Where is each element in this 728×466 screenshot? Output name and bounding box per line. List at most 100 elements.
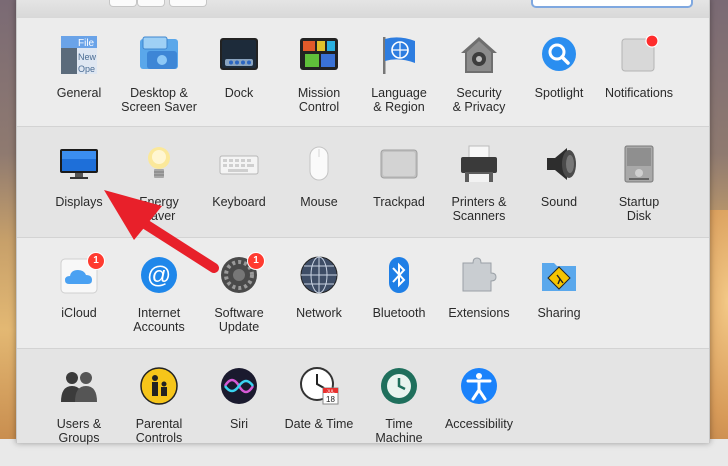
pane-label: Dock (224, 86, 254, 100)
pane-label: Displays (55, 195, 103, 209)
pane-label: Language & Region (371, 86, 427, 114)
update-badge: 1 (247, 252, 265, 270)
accessibility-icon (461, 368, 497, 404)
pane-label: Bluetooth (372, 306, 426, 320)
pane-mouse[interactable]: Mouse (279, 144, 359, 244)
trackpad-icon (380, 149, 418, 179)
pane-sharing[interactable]: Sharing (519, 255, 599, 355)
pane-label: Network (296, 306, 342, 320)
internet-accounts-at-glyph: @ (147, 262, 171, 289)
pane-label: Printers & Scanners (451, 195, 507, 223)
pane-icloud[interactable]: 1 iCloud (39, 252, 119, 355)
mouse-icon (309, 146, 329, 181)
section-personal: File New Ope General Desktop & Screen Sa… (17, 18, 709, 127)
general-icon-new-text: New (78, 52, 97, 62)
time-machine-icon (381, 368, 417, 404)
pane-label: Software Update (214, 306, 264, 334)
pane-bluetooth[interactable]: Bluetooth (359, 255, 439, 355)
pane-desktop-screen-saver[interactable]: Desktop & Screen Saver (119, 35, 199, 135)
forward-button[interactable] (137, 0, 165, 7)
network-icon (300, 256, 338, 294)
pane-startup-disk[interactable]: Startup Disk (599, 144, 679, 244)
pane-mission-control[interactable]: Mission Control (279, 35, 359, 135)
section-hardware: Displays Energy Saver Keyboard Mouse Tra… (17, 127, 709, 238)
update-badge: 1 (87, 252, 105, 270)
pane-label: iCloud (61, 306, 97, 320)
displays-icon (60, 149, 98, 179)
pane-label: Internet Accounts (133, 306, 185, 334)
date-time-icon: JUL 18 (300, 367, 339, 405)
startup-disk-icon (624, 145, 654, 183)
pane-network[interactable]: Network (279, 255, 359, 355)
pane-time-machine[interactable]: Time Machine (359, 366, 439, 466)
pane-label: Siri (229, 417, 249, 431)
pane-keyboard[interactable]: Keyboard (199, 144, 279, 244)
pane-label: General (56, 86, 102, 100)
general-icon: File New Ope (61, 36, 97, 74)
general-icon-file-text: File (78, 38, 95, 49)
pane-label: Security & Privacy (452, 86, 506, 114)
siri-icon (221, 368, 257, 404)
pane-label: Keyboard (212, 195, 266, 209)
pane-dock[interactable]: Dock (199, 35, 279, 135)
pane-energy-saver[interactable]: Energy Saver (119, 144, 199, 244)
system-preferences-window: File New Ope General Desktop & Screen Sa… (16, 0, 710, 444)
pane-language-region[interactable]: Language & Region (359, 35, 439, 135)
pane-security-privacy[interactable]: Security & Privacy (439, 35, 519, 135)
pane-notifications[interactable]: Notifications (599, 35, 679, 135)
pane-users-groups[interactable]: Users & Groups (39, 366, 119, 466)
language-region-icon (383, 37, 415, 74)
internet-accounts-icon: @ (141, 257, 177, 293)
pane-label: Extensions (448, 306, 510, 320)
pane-general[interactable]: File New Ope General (39, 35, 119, 135)
section-system: Users & Groups Parental Controls Siri JU… (17, 349, 709, 444)
bluetooth-icon (389, 257, 409, 293)
pane-software-update[interactable]: 1 Software Update (199, 252, 279, 355)
pane-label: Accessibility (444, 417, 514, 431)
show-all-button[interactable] (169, 0, 207, 7)
pane-label: Mission Control (297, 86, 341, 114)
calendar-month-text: JUL (326, 388, 334, 393)
pane-label: Parental Controls (135, 417, 183, 445)
pane-label: Startup Disk (618, 195, 660, 223)
pane-label: Energy Saver (139, 195, 179, 223)
parental-controls-icon (140, 367, 178, 405)
general-icon-ope-text: Ope (78, 64, 95, 74)
sharing-icon (542, 263, 576, 291)
pane-label: Trackpad (373, 195, 425, 209)
toolbar (17, 0, 709, 19)
keyboard-icon (219, 155, 259, 175)
sound-icon (547, 148, 576, 180)
pane-label: Sharing (537, 306, 581, 320)
pane-extensions[interactable]: Extensions (439, 255, 519, 355)
pane-label: Time Machine (375, 417, 423, 445)
pane-label: Date & Time (284, 417, 354, 431)
pane-label: Sound (540, 195, 578, 209)
pane-label: Users & Groups (56, 417, 102, 445)
pane-date-time[interactable]: JUL 18 Date & Time (279, 366, 359, 466)
users-groups-icon (61, 372, 97, 402)
pane-label: Mouse (300, 195, 338, 209)
dock-icon (220, 38, 258, 70)
pane-trackpad[interactable]: Trackpad (359, 144, 439, 244)
calendar-day-text: 18 (326, 395, 335, 404)
pane-accessibility[interactable]: Accessibility (439, 366, 519, 466)
pane-printers-scanners[interactable]: Printers & Scanners (439, 144, 519, 244)
pane-siri[interactable]: Siri (199, 366, 279, 466)
pane-spotlight[interactable]: Spotlight (519, 35, 599, 135)
section-internet-wireless: 1 iCloud @ Internet Accounts 1 Software … (17, 238, 709, 349)
notifications-icon (621, 35, 659, 72)
extensions-icon (462, 257, 497, 292)
back-button[interactable] (109, 0, 137, 7)
pane-internet-accounts[interactable]: @ Internet Accounts (119, 255, 199, 355)
desktop-screensaver-icon (140, 36, 178, 69)
mission-control-icon (300, 38, 338, 70)
security-privacy-icon (461, 37, 497, 73)
pane-sound[interactable]: Sound (519, 144, 599, 244)
search-input[interactable] (531, 0, 693, 8)
pane-label: Notifications (604, 86, 674, 100)
pane-parental-controls[interactable]: Parental Controls (119, 366, 199, 466)
energy-saver-icon (148, 147, 170, 178)
pane-displays[interactable]: Displays (39, 144, 119, 244)
spotlight-icon (542, 37, 576, 71)
